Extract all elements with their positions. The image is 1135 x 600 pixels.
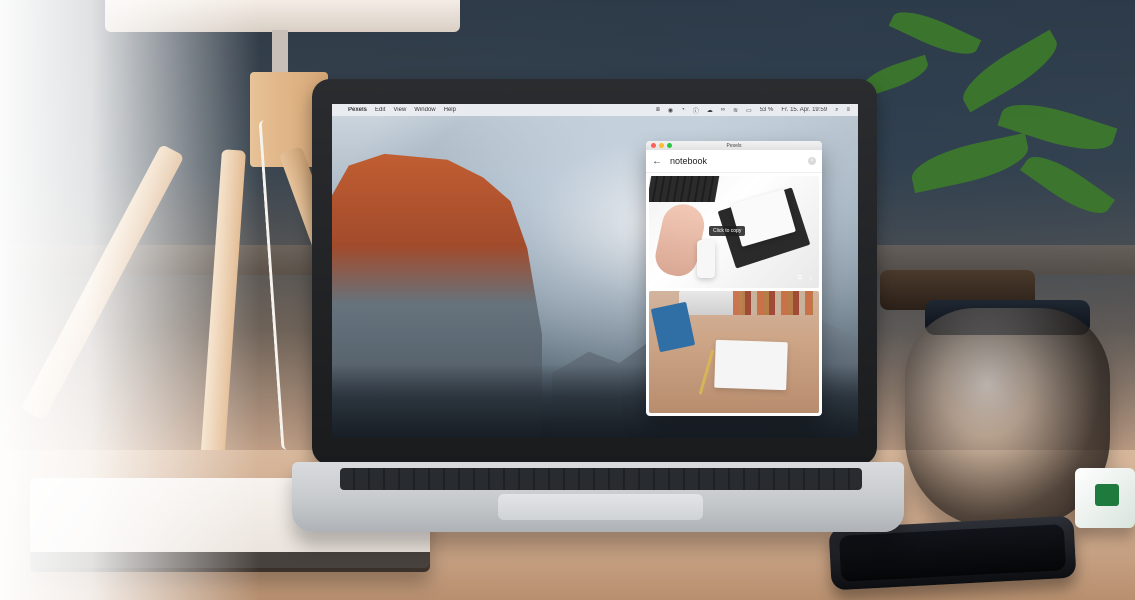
plant-leaf — [1019, 145, 1116, 225]
photo-pen — [698, 349, 715, 395]
wifi-icon[interactable]: ≋ — [733, 107, 738, 114]
menubar-left: Pexels Edit View Window Help — [340, 107, 456, 113]
clear-search-icon[interactable]: × — [808, 157, 816, 165]
photo-white-phone — [697, 240, 715, 278]
window-titlebar: Pexels — [646, 141, 822, 150]
plant-leaf — [907, 132, 1033, 194]
laptop-trackpad — [498, 494, 703, 520]
search-bar: ← notebook × — [646, 150, 822, 173]
battery-percentage: 53 % — [759, 107, 774, 113]
clock-icon[interactable]: ◔ — [681, 107, 685, 113]
search-results-grid: Click to copy ⧉ ⇩ — [649, 176, 819, 413]
desk-lamp-stem — [272, 30, 288, 75]
cloud-icon[interactable]: ☁ — [707, 107, 713, 114]
photo-keyboard — [649, 176, 720, 202]
photo-actions: ⧉ ⇩ — [798, 275, 813, 282]
battery-icon[interactable]: ▭ — [746, 107, 752, 114]
result-photo[interactable] — [649, 291, 819, 413]
window-title: Pexels — [726, 142, 742, 149]
menubar-item-view[interactable]: View — [393, 107, 406, 113]
macos-menubar: Pexels Edit View Window Help ⧈ ◉ ◔ ⓘ ☁ ∞… — [332, 104, 858, 116]
laptop-keyboard — [340, 468, 862, 490]
plant-leaf — [888, 2, 982, 64]
menubar-app-name[interactable]: Pexels — [348, 107, 367, 113]
result-photo[interactable]: Click to copy ⧉ ⇩ — [649, 176, 819, 288]
background-scene: Pexels Edit View Window Help ⧈ ◉ ◔ ⓘ ☁ ∞… — [0, 0, 1135, 600]
info-icon[interactable]: ⓘ — [693, 106, 699, 115]
left-white-fade — [0, 0, 260, 600]
copy-icon[interactable]: ⧉ — [798, 275, 802, 282]
notification-center-icon[interactable]: ≡ — [846, 107, 850, 113]
menubar-right: ⧈ ◉ ◔ ⓘ ☁ ∞ ≋ ▭ 53 % Fr. 15. Apr. 19:59 … — [656, 106, 850, 115]
photo-books — [733, 291, 813, 315]
rubiks-cube — [1075, 468, 1135, 528]
search-query[interactable]: notebook — [670, 156, 707, 166]
dropbox-icon[interactable]: ⧈ — [656, 107, 660, 114]
photo-document — [714, 339, 788, 391]
download-icon[interactable]: ⇩ — [808, 275, 813, 282]
menubar-item-help[interactable]: Help — [444, 107, 456, 113]
datetime[interactable]: Fr. 15. Apr. 19:59 — [781, 107, 827, 113]
menubar-item-edit[interactable]: Edit — [375, 107, 385, 113]
back-arrow-icon[interactable]: ← — [652, 156, 662, 167]
menubar-item-window[interactable]: Window — [414, 107, 435, 113]
pexels-app-window: Pexels ← notebook × Click to copy ⧉ ⇩ — [646, 141, 822, 416]
plant — [858, 0, 1135, 310]
search-icon[interactable]: ⌕ — [835, 107, 838, 114]
laptop-screen: Pexels Edit View Window Help ⧈ ◉ ◔ ⓘ ☁ ∞… — [332, 104, 858, 438]
click-to-copy-tooltip: Click to copy — [709, 226, 746, 236]
link-icon[interactable]: ∞ — [721, 107, 725, 113]
eye-icon[interactable]: ◉ — [668, 107, 673, 114]
